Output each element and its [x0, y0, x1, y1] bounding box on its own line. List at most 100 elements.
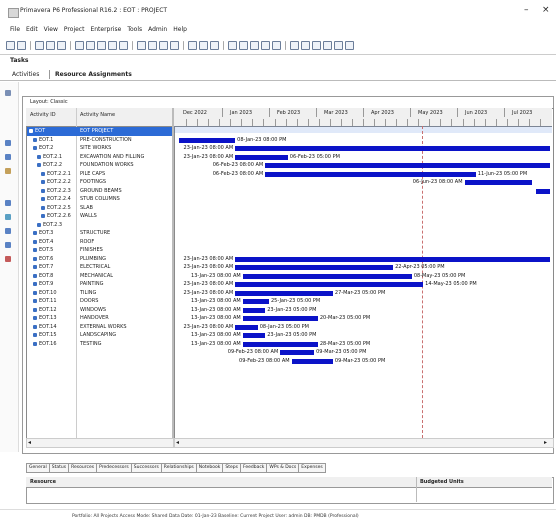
- tab-wps-docs[interactable]: WPs & Docs: [266, 463, 300, 473]
- menu-file[interactable]: File: [10, 26, 20, 37]
- issues-icon[interactable]: [5, 228, 11, 234]
- scroll-left-icon[interactable]: ◂: [176, 439, 179, 446]
- gantt-bar[interactable]: [235, 256, 550, 262]
- toolbar-button[interactable]: [137, 41, 146, 50]
- resources-icon[interactable]: [5, 200, 11, 206]
- projects-icon[interactable]: [5, 90, 11, 96]
- menu-enterprise[interactable]: Enterprise: [90, 26, 121, 37]
- tab-predecessors[interactable]: Predecessors: [96, 463, 132, 473]
- gantt-bar[interactable]: [242, 316, 318, 321]
- gantt-bar[interactable]: [280, 350, 315, 355]
- toolbar-button[interactable]: [188, 41, 197, 50]
- table-horizontal-scrollbar[interactable]: [26, 438, 174, 448]
- table-row[interactable]: EOT.2.2.6 WALLS: [27, 212, 172, 221]
- table-row[interactable]: EOT.2.2.4 STUB COLUMNS: [27, 195, 172, 204]
- gantt-bar[interactable]: [235, 265, 394, 270]
- table-row[interactable]: EOT.7 ELECTRICAL: [27, 263, 172, 272]
- toolbar-button[interactable]: [210, 41, 219, 50]
- tab-expenses[interactable]: Expenses: [298, 463, 326, 473]
- gantt-bar[interactable]: [265, 163, 550, 168]
- table-row[interactable]: EOT.12 WINDOWS: [27, 306, 172, 315]
- table-row[interactable]: EOT.10 TILING: [27, 289, 172, 298]
- toolbar-button[interactable]: [35, 41, 44, 50]
- table-row[interactable]: EOT.9 PAINTING: [27, 280, 172, 289]
- table-row[interactable]: EOT.8 MECHANICAL: [27, 272, 172, 281]
- gantt-bar[interactable]: [242, 307, 266, 313]
- toolbar-button[interactable]: [17, 41, 26, 50]
- toolbar-button[interactable]: [75, 41, 84, 50]
- tab-steps[interactable]: Steps: [222, 463, 241, 473]
- tab-relationships[interactable]: Relationships: [160, 463, 197, 473]
- table-row[interactable]: EOT.4 ROOF: [27, 238, 172, 247]
- gantt-bar[interactable]: [235, 324, 258, 330]
- toolbar-button[interactable]: [46, 41, 55, 50]
- toolbar-button[interactable]: [301, 41, 310, 50]
- table-row[interactable]: EOT.2.2.5 SLAB: [27, 204, 172, 213]
- toolbar-button[interactable]: [86, 41, 95, 50]
- toolbar-button[interactable]: [323, 41, 332, 50]
- toolbar-button[interactable]: [148, 41, 157, 50]
- tab-general[interactable]: General: [26, 463, 50, 473]
- table-row[interactable]: EOT.13 HANDOVER: [27, 314, 172, 323]
- gantt-bar[interactable]: [265, 171, 476, 177]
- pane-splitter[interactable]: [172, 108, 174, 438]
- table-row[interactable]: EOT.1 PRE-CONSTRUCTION: [27, 136, 172, 145]
- eps-icon[interactable]: [5, 140, 11, 146]
- table-row[interactable]: EOT.2 SITE WORKS: [27, 144, 172, 153]
- toolbar-button[interactable]: [272, 41, 281, 50]
- column-header-activity-id[interactable]: Activity ID: [30, 112, 56, 118]
- gantt-bar[interactable]: [242, 299, 269, 304]
- toolbar-button[interactable]: [57, 41, 66, 50]
- gantt-bar[interactable]: [242, 273, 412, 279]
- toolbar-button[interactable]: [6, 41, 15, 50]
- tab-status[interactable]: Status: [48, 463, 70, 473]
- menu-tools[interactable]: Tools: [127, 26, 142, 37]
- table-row[interactable]: EOT EOT PROJECT: [27, 127, 172, 136]
- table-row[interactable]: EOT.5 FINISHES: [27, 246, 172, 255]
- table-row[interactable]: EOT.11 DOORS: [27, 297, 172, 306]
- reports-icon[interactable]: [5, 214, 11, 220]
- toolbar-button[interactable]: [312, 41, 321, 50]
- toolbar-button[interactable]: [97, 41, 106, 50]
- gantt-bar[interactable]: [235, 154, 288, 160]
- portfolio-icon[interactable]: [5, 256, 11, 262]
- menu-view[interactable]: View: [44, 26, 58, 37]
- tab-notebook[interactable]: Notebook: [195, 463, 224, 473]
- gantt-bar[interactable]: [464, 180, 533, 185]
- menu-admin[interactable]: Admin: [148, 26, 167, 37]
- toolbar-button[interactable]: [119, 41, 128, 50]
- menu-help[interactable]: Help: [173, 26, 187, 37]
- toolbar-button[interactable]: [250, 41, 259, 50]
- gantt-bar[interactable]: [235, 282, 424, 287]
- table-row[interactable]: EOT.16 TESTING: [27, 340, 172, 349]
- table-row[interactable]: EOT.3 STRUCTURE: [27, 229, 172, 238]
- close-button[interactable]: ×: [542, 5, 550, 15]
- toolbar-button[interactable]: [159, 41, 168, 50]
- table-row[interactable]: EOT.14 EXTERNAL WORKS: [27, 323, 172, 332]
- toolbar-button[interactable]: [290, 41, 299, 50]
- table-row[interactable]: EOT.15 LANDSCAPING: [27, 331, 172, 340]
- table-row[interactable]: EOT.2.1 EXCAVATION AND FILLING: [27, 153, 172, 162]
- toolbar-button[interactable]: [334, 41, 343, 50]
- wbs-icon[interactable]: [5, 154, 11, 160]
- tab-resources[interactable]: Resources: [68, 463, 98, 473]
- table-row[interactable]: EOT.6 PLUMBING: [27, 255, 172, 264]
- tab-resource-assignments[interactable]: Resource Assignments: [55, 71, 132, 78]
- tab-successors[interactable]: Successors: [130, 463, 162, 473]
- risks-icon[interactable]: [5, 242, 11, 248]
- gantt-bar[interactable]: [242, 333, 266, 338]
- toolbar-button[interactable]: [261, 41, 270, 50]
- minimize-button[interactable]: –: [524, 5, 529, 15]
- toolbar-button[interactable]: [228, 41, 237, 50]
- menu-project[interactable]: Project: [64, 26, 85, 37]
- tab-feedback[interactable]: Feedback: [239, 463, 268, 473]
- gantt-bar[interactable]: [178, 137, 236, 143]
- table-row[interactable]: EOT.2.3: [27, 221, 172, 230]
- table-row[interactable]: EOT.2.2.1 PILE CAPS: [27, 170, 172, 179]
- table-row[interactable]: EOT.2.2.3 GROUND BEAMS: [27, 187, 172, 196]
- toolbar-button[interactable]: [170, 41, 179, 50]
- table-row[interactable]: EOT.2.2 FOUNDATION WORKS: [27, 161, 172, 170]
- tab-activities[interactable]: Activities: [12, 71, 39, 78]
- gantt-bar[interactable]: [235, 290, 333, 296]
- gantt-bar[interactable]: [242, 341, 318, 347]
